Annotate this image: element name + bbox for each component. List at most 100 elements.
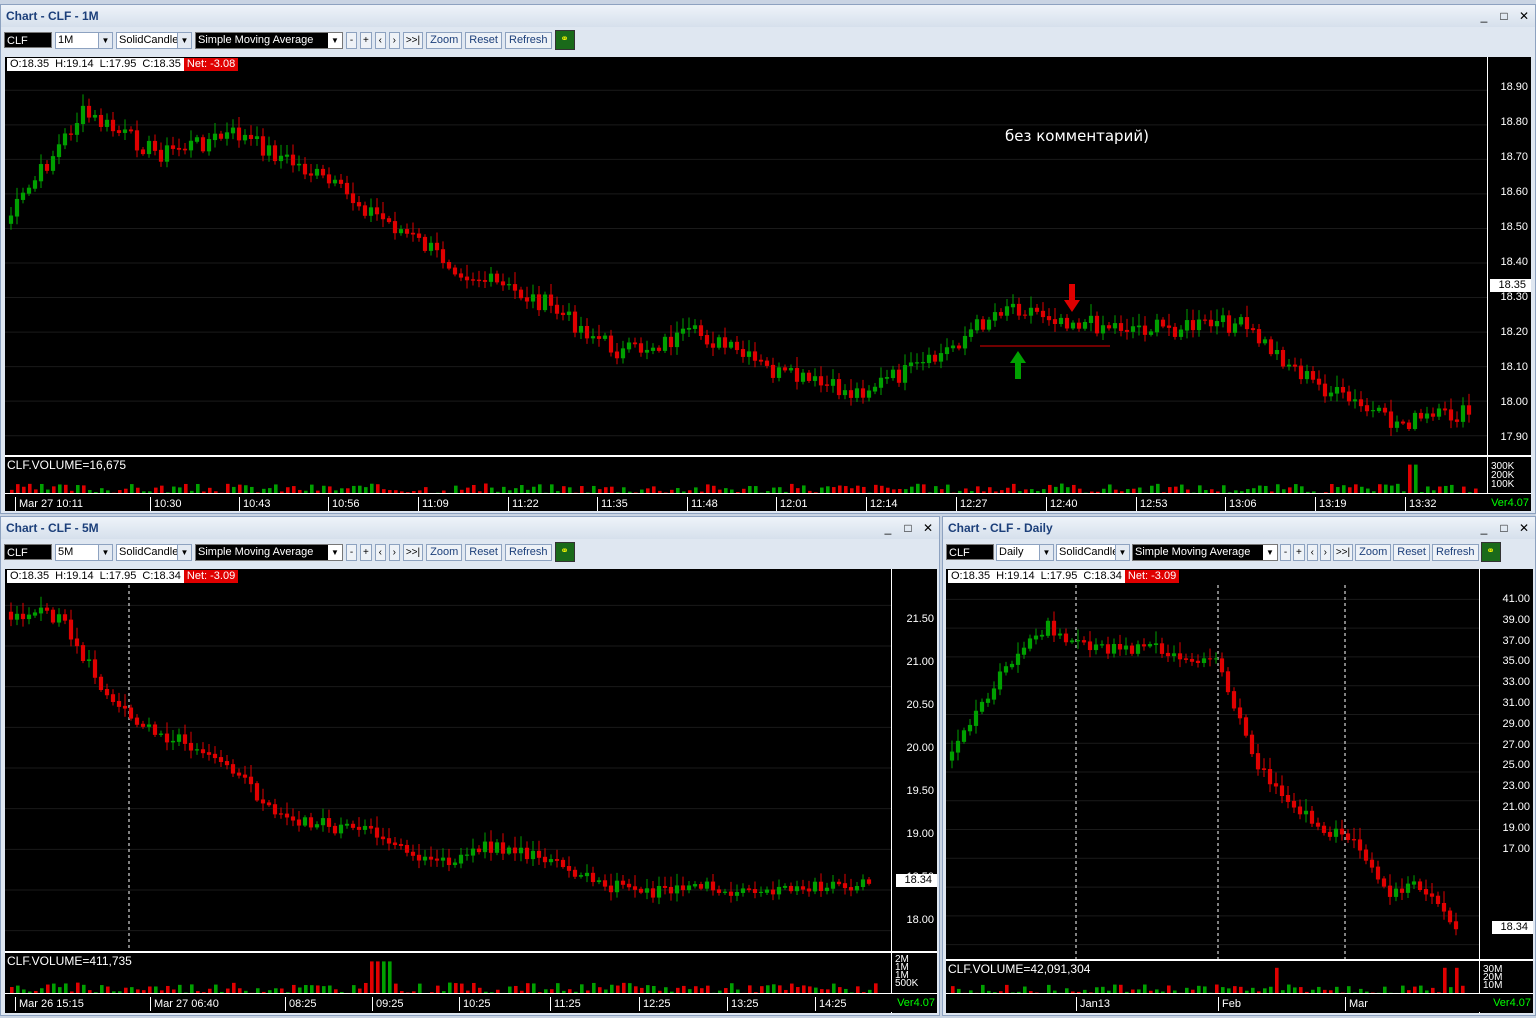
minimize-icon[interactable]: _ [1477,521,1491,535]
symbol-input[interactable]: CLF [4,544,52,560]
candle-body [50,156,56,171]
scroll-left-button[interactable]: ‹ [1306,543,1318,561]
close-icon[interactable]: ✕ [1517,9,1531,23]
reset-button[interactable]: Reset [465,543,502,561]
candle-body [848,887,854,891]
candle-body [662,336,668,351]
zoom-in-button[interactable]: + [360,31,372,49]
maximize-icon[interactable]: □ [1497,521,1511,535]
link-icon[interactable]: ⚭ [554,30,575,50]
time-tick-label: 13:19 [1315,497,1347,511]
volume-panel-5m: CLF.VOLUME=411,735 2M 1M 1M 500K [5,951,937,995]
candle-body [1124,329,1130,332]
chart-style-select[interactable]: SolidCandle ▼ [1056,543,1130,561]
candle-body [470,279,476,281]
candle-body [1352,399,1358,402]
scroll-right-button[interactable]: › [1319,543,1331,561]
candle-body [452,267,458,275]
candle-body [632,886,638,890]
scroll-end-button[interactable]: >>| [402,543,424,561]
close-icon[interactable]: ✕ [1517,521,1531,535]
scroll-end-button[interactable]: >>| [402,31,424,49]
zoom-button[interactable]: Zoom [426,543,463,561]
candle-body [458,854,464,864]
volume-bar [1414,464,1418,495]
window-title-1m: Chart - CLF - 1M [1,5,1535,27]
price-tick-label: 18.70 [1500,151,1528,163]
candle-body [530,850,536,860]
symbol-input[interactable]: CLF [4,32,52,48]
candle-body [284,154,290,157]
minimize-icon[interactable]: _ [881,521,895,535]
candle-body [1034,307,1040,312]
reset-button[interactable]: Reset [1393,543,1430,561]
volume-bar [370,961,374,995]
maximize-icon[interactable]: □ [901,521,915,535]
candle-body [860,388,866,398]
scroll-right-button[interactable]: › [388,543,400,561]
chart-area-1m[interactable]: O:18.35 H:19.14 L:17.95 C:18.35 Net: -3.08 б… [5,57,1531,511]
scroll-end-button[interactable]: >>| [1332,543,1354,561]
candle-body [464,276,470,281]
candle-body [32,612,38,616]
candle-body [902,365,908,383]
zoom-out-button[interactable]: - [346,543,357,561]
zoom-out-button[interactable]: - [346,31,357,49]
price-tick-label: 35.00 [1502,655,1530,668]
candle-body [170,740,176,743]
candle-body [1351,838,1357,841]
indicator-select[interactable]: Simple Moving Average ▼ [1132,543,1278,561]
candle-body [116,700,122,707]
candle-body [1394,421,1400,428]
link-icon[interactable]: ⚭ [554,542,575,562]
scroll-left-button[interactable]: ‹ [374,31,386,49]
version-label: Ver4.07 [897,997,935,1009]
maximize-icon[interactable]: □ [1497,9,1511,23]
refresh-button[interactable]: Refresh [1432,543,1479,561]
candle-body [332,825,338,834]
symbol-input[interactable]: CLF [946,544,994,560]
zoom-out-button[interactable]: - [1280,543,1291,561]
zoom-button[interactable]: Zoom [1355,543,1392,561]
link-icon[interactable]: ⚭ [1480,542,1501,562]
close-icon[interactable]: ✕ [921,521,935,535]
volume-tick-label: 100K [1491,479,1515,490]
chart-area-daily[interactable]: O:18.35 H:19.14 L:17.95 C:18.34 Net: -3.09 4… [946,569,1533,1013]
minimize-icon[interactable]: _ [1477,9,1491,23]
chart-area-5m[interactable]: O:18.35 H:19.14 L:17.95 C:18.34 Net: -3.09 2… [5,569,937,1013]
zoom-button[interactable]: Zoom [426,31,463,49]
chart-style-select[interactable]: SolidCandle ▼ [116,543,192,561]
version-label: Ver4.07 [1493,997,1531,1009]
interval-select[interactable]: 1M ▼ [55,31,113,49]
reset-button[interactable]: Reset [465,31,502,49]
chart-window-daily: Chart - CLF - Daily _ □ ✕ CLF Daily ▼ Sol… [942,516,1536,1016]
candle-body [14,198,20,217]
scroll-left-button[interactable]: ‹ [374,543,386,561]
indicator-select[interactable]: Simple Moving Average ▼ [195,31,343,49]
candle-body [1400,421,1406,424]
interval-select[interactable]: 5M ▼ [55,543,113,561]
price-axis-daily: 41.00 39.00 37.00 35.00 33.00 31.00 29.00 27.00… [1479,569,1533,1013]
candle-body [176,734,182,742]
refresh-button[interactable]: Refresh [505,31,552,49]
interval-select[interactable]: Daily ▼ [996,543,1054,561]
refresh-button[interactable]: Refresh [505,543,552,561]
candle-body [680,328,686,334]
candle-body [500,281,506,286]
candle-body [1453,921,1459,930]
candle-body [278,813,284,815]
candle-body [1447,910,1453,923]
candle-body [758,891,764,893]
indicator-select[interactable]: Simple Moving Average ▼ [195,543,343,561]
candle-body [674,885,680,894]
candle-body [1321,825,1327,833]
candle-body [836,881,842,885]
zoom-in-button[interactable]: + [360,543,372,561]
candle-body [1003,666,1009,673]
zoom-in-button[interactable]: + [1293,543,1305,561]
chart-style-select[interactable]: SolidCandle ▼ [116,31,192,49]
candle-body [386,838,392,844]
price-tick-label: 18.00 [906,914,934,926]
candle-body [770,364,776,378]
scroll-right-button[interactable]: › [388,31,400,49]
